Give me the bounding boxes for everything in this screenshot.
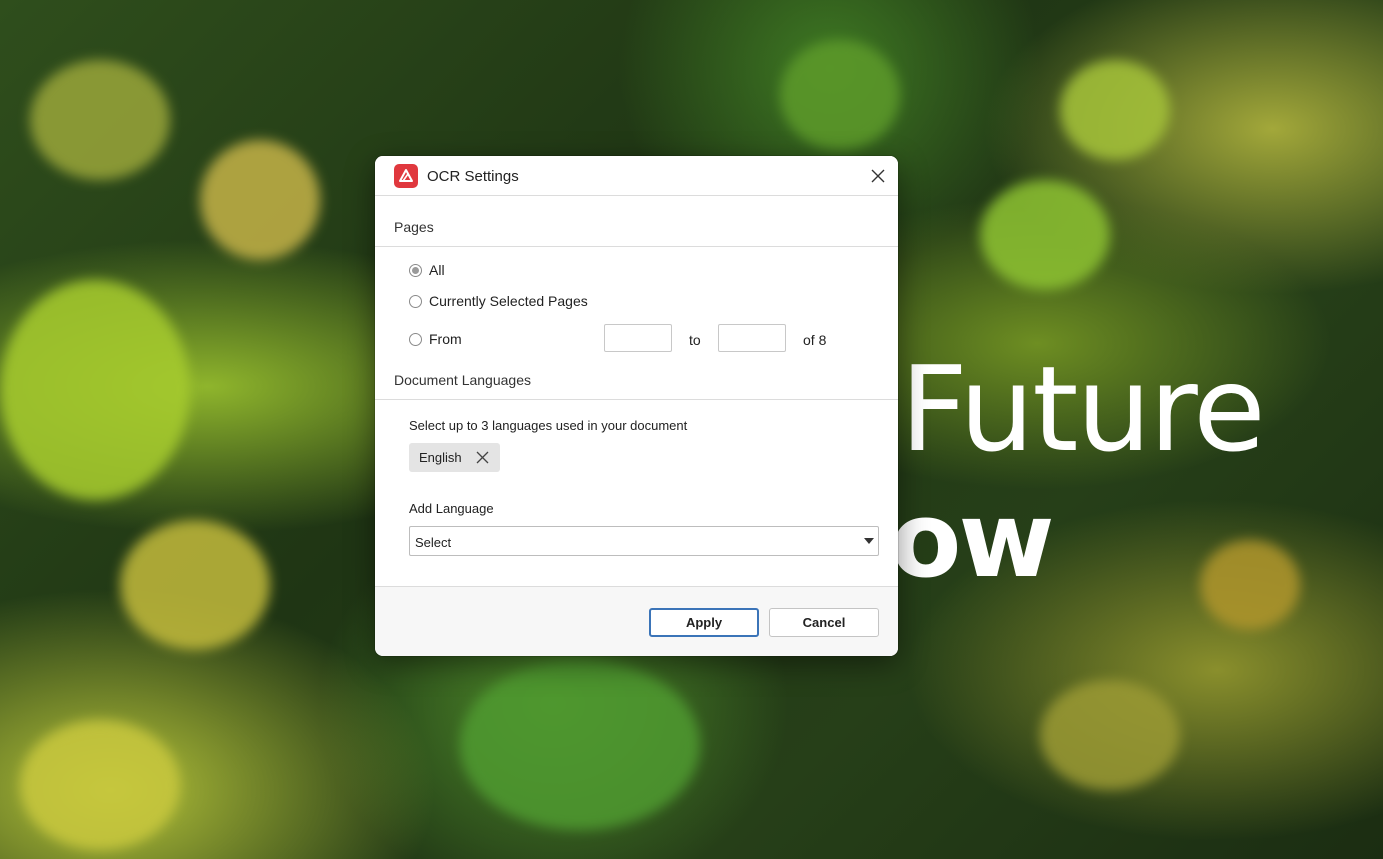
language-chip-english: English (409, 443, 500, 472)
radio-from[interactable]: From (409, 329, 462, 349)
close-button[interactable] (866, 164, 890, 188)
apply-button[interactable]: Apply (649, 608, 759, 637)
languages-section-header: Document Languages (394, 372, 531, 388)
dialog-title: OCR Settings (427, 168, 519, 185)
pages-section-header: Pages (394, 219, 434, 235)
close-icon (476, 451, 489, 464)
ocr-settings-dialog: OCR Settings Pages All Currently Selecte… (375, 156, 898, 656)
dialog-titlebar: OCR Settings (375, 156, 898, 196)
remove-language-button[interactable] (476, 451, 490, 465)
chevron-down-icon (864, 538, 874, 544)
add-language-label: Add Language (409, 501, 494, 516)
section-divider (375, 246, 898, 247)
to-label: to (689, 332, 701, 348)
from-page-input[interactable] (604, 324, 672, 352)
tree-canopy (460, 660, 700, 830)
tree-canopy (1040, 680, 1180, 790)
cancel-button[interactable]: Cancel (769, 608, 879, 637)
radio-label: All (429, 262, 445, 278)
tree-canopy (1200, 540, 1300, 630)
close-icon (871, 169, 885, 183)
tree-canopy (980, 180, 1110, 290)
dialog-footer: Apply Cancel (375, 586, 898, 656)
page-count-label: of 8 (803, 332, 827, 348)
radio-button-checked[interactable] (409, 263, 422, 277)
radio-all[interactable]: All (409, 260, 445, 280)
section-divider (375, 399, 898, 400)
radio-button[interactable] (409, 294, 422, 308)
to-page-input[interactable] (718, 324, 786, 352)
languages-hint: Select up to 3 languages used in your do… (409, 418, 688, 433)
tree-canopy (200, 140, 320, 260)
tree-canopy (30, 60, 170, 180)
radio-button[interactable] (409, 332, 422, 346)
language-chip-label: English (419, 450, 462, 465)
tree-canopy (120, 520, 270, 650)
tree-canopy (0, 280, 190, 500)
radio-label: From (429, 331, 462, 347)
tree-canopy (780, 40, 900, 150)
app-logo-icon (394, 164, 418, 188)
radio-currently-selected-pages[interactable]: Currently Selected Pages (409, 291, 588, 311)
select-value: Select (415, 535, 452, 550)
radio-label: Currently Selected Pages (429, 293, 588, 309)
tree-canopy (1060, 60, 1170, 160)
hero-text-future: Future (900, 340, 1266, 478)
add-language-select[interactable]: Select (409, 526, 879, 556)
tree-canopy (20, 720, 180, 850)
hero-text-now: ow (890, 479, 1055, 601)
